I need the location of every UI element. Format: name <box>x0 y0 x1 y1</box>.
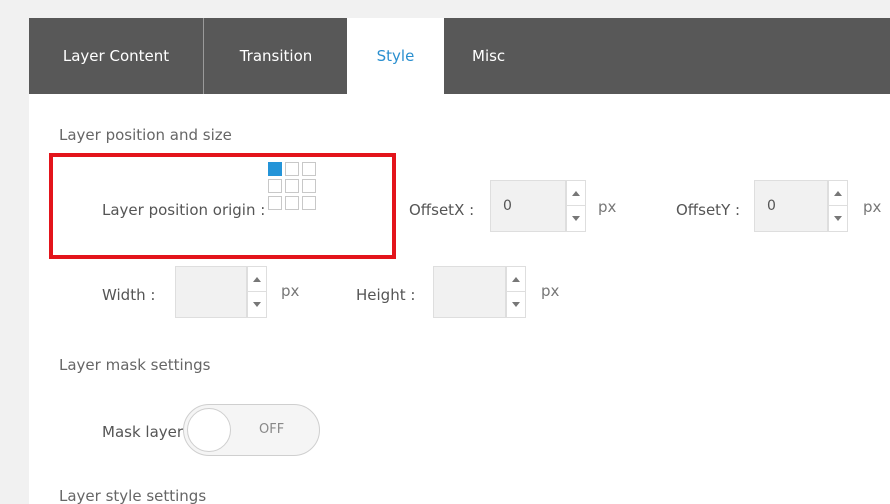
width-unit: px <box>281 282 300 300</box>
tab-style[interactable]: Style <box>347 18 444 94</box>
offsety-label: OffsetY : <box>676 201 741 219</box>
width-label: Width : <box>102 286 156 304</box>
arrow-down-icon <box>253 302 261 307</box>
settings-panel: Layer Content Transition Style Misc Laye… <box>29 18 890 504</box>
mask-layer-label: Mask layer : <box>102 423 193 441</box>
offsetx-spinner <box>566 180 586 232</box>
offsety-spinner <box>828 180 848 232</box>
section-title-mask: Layer mask settings <box>59 356 211 374</box>
height-label: Height : <box>356 286 416 304</box>
width-decrement-button[interactable] <box>248 292 266 317</box>
arrow-down-icon <box>512 302 520 307</box>
height-increment-button[interactable] <box>507 267 525 292</box>
offsety-increment-button[interactable] <box>829 181 847 206</box>
arrow-up-icon <box>572 190 580 196</box>
arrow-down-icon <box>834 216 842 221</box>
arrow-down-icon <box>572 216 580 221</box>
offsetx-unit: px <box>598 198 617 216</box>
width-input[interactable] <box>175 266 247 318</box>
height-spinner <box>506 266 526 318</box>
section-title-style: Layer style settings <box>59 487 207 504</box>
offsety-decrement-button[interactable] <box>829 206 847 231</box>
width-spinner <box>247 266 267 318</box>
offsetx-decrement-button[interactable] <box>567 206 585 231</box>
toggle-knob[interactable] <box>187 408 231 452</box>
arrow-up-icon <box>253 276 261 282</box>
arrow-up-icon <box>834 190 842 196</box>
tab-layer-content[interactable]: Layer Content <box>29 18 204 94</box>
offsetx-input[interactable]: 0 <box>490 180 566 232</box>
offsetx-increment-button[interactable] <box>567 181 585 206</box>
width-increment-button[interactable] <box>248 267 266 292</box>
height-input[interactable] <box>433 266 506 318</box>
toggle-state-label: OFF <box>259 422 285 437</box>
height-unit: px <box>541 282 560 300</box>
tab-misc[interactable]: Misc <box>444 18 546 94</box>
height-decrement-button[interactable] <box>507 292 525 317</box>
section-title-position: Layer position and size <box>59 126 232 144</box>
offsetx-label: OffsetX : <box>409 201 475 219</box>
mask-layer-toggle[interactable]: OFF <box>183 404 320 456</box>
arrow-up-icon <box>512 276 520 282</box>
offsety-unit: px <box>863 198 882 216</box>
tab-transition[interactable]: Transition <box>205 18 347 94</box>
highlight-box <box>49 153 396 259</box>
tab-bar: Layer Content Transition Style Misc <box>29 18 890 94</box>
offsety-input[interactable]: 0 <box>754 180 828 232</box>
